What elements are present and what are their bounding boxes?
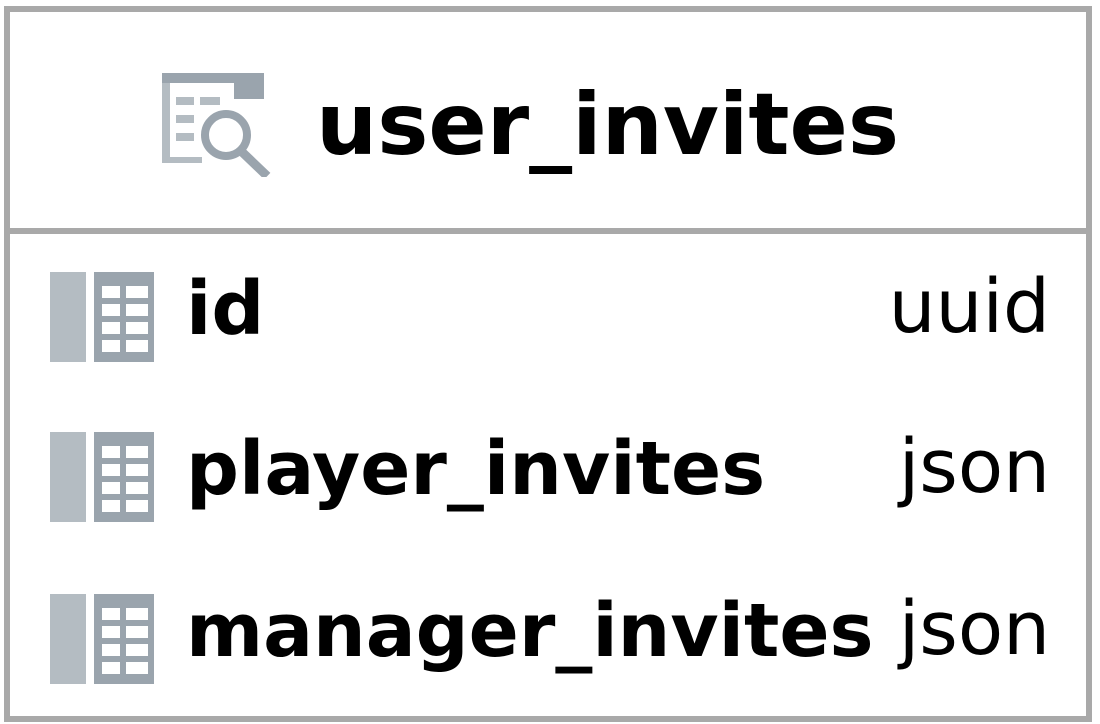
entity-title-group: user_invites [160, 70, 899, 180]
entity-name: user_invites [316, 75, 900, 175]
column-row-manager-invites[interactable]: manager_invites json [50, 584, 1050, 684]
column-name: manager_invites [186, 588, 874, 674]
table-column-icon [50, 594, 154, 684]
column-type: json [898, 424, 1050, 510]
column-name: id [186, 266, 265, 352]
column-type: json [898, 586, 1050, 672]
entity-header: user_invites [10, 12, 1086, 234]
entity-box-user-invites[interactable]: user_invites id uuid player_invites json… [4, 6, 1092, 722]
column-row-player-invites[interactable]: player_invites json [50, 422, 1050, 522]
view-table-search-icon [162, 73, 271, 177]
table-column-icon [50, 432, 154, 522]
column-type: uuid [888, 264, 1050, 350]
column-name: player_invites [186, 426, 766, 512]
column-row-id[interactable]: id uuid [50, 262, 1050, 362]
table-column-icon [50, 272, 154, 362]
